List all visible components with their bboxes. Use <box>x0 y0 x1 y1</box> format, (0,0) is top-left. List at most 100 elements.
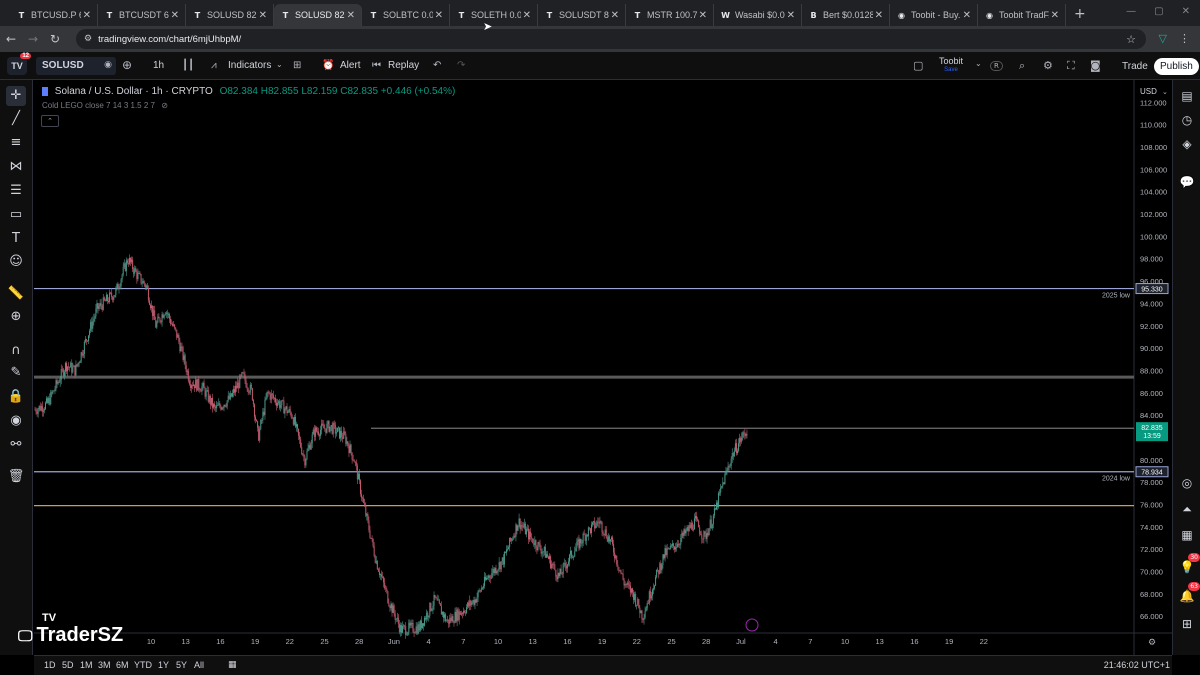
browser-tab[interactable]: W Wasabi $0.00...✕ <box>714 4 802 26</box>
tab-close-icon[interactable]: ✕ <box>1051 10 1059 21</box>
undo-icon[interactable]: ↶ <box>433 60 441 71</box>
trend-line-icon[interactable]: ╱ <box>6 109 26 129</box>
browser-tab[interactable]: T BTCUSDT 62...✕ <box>98 4 186 26</box>
candle-style-icon[interactable]: ┃┃ <box>182 60 194 71</box>
replay-button[interactable]: Replay <box>388 60 419 71</box>
notifications-bell-icon[interactable]: 🔔 63 <box>1178 582 1200 605</box>
symbol-search-button[interactable]: SOLUSD ◉ <box>36 57 116 75</box>
broker-chevron-icon[interactable]: ⌄ <box>975 59 982 68</box>
indicator-eye-off-icon[interactable]: ⊘ <box>161 101 168 110</box>
drawing-lock-pen-icon[interactable]: ✎ <box>6 363 26 383</box>
broker-account[interactable]: Toobit Save <box>939 57 963 75</box>
browser-tab[interactable]: T SOLUSD 82.8...✕ <box>274 4 362 26</box>
link-icon[interactable]: ⚯ <box>6 435 26 455</box>
browser-tab[interactable]: B Bert $0.0128...✕ <box>802 4 890 26</box>
alerts-clock-icon[interactable]: ◷ <box>1178 111 1196 129</box>
site-info-icon[interactable]: ⚙ <box>84 34 92 44</box>
fullscreen-icon[interactable]: ⛶ <box>1067 59 1075 73</box>
range-button[interactable]: 1M <box>80 660 93 670</box>
collapse-legend-chevron-icon[interactable]: ⌃ <box>41 115 59 127</box>
time-scale-settings-icon[interactable]: ⚙ <box>1148 638 1156 648</box>
rectangle-shape-icon[interactable]: ▭ <box>6 205 26 225</box>
browser-tab[interactable]: T SOLETH 0.04...✕ <box>450 4 538 26</box>
compare-symbol-icon[interactable]: ⊕ <box>122 58 132 72</box>
extension-icon[interactable]: ▽ <box>1159 32 1167 45</box>
interval-button[interactable]: 1h <box>153 60 164 71</box>
settings-gear-icon[interactable]: ⚙ <box>1043 59 1053 72</box>
browser-tab[interactable]: T SOLBTC 0.00...✕ <box>362 4 450 26</box>
lock-icon[interactable]: 🔒 <box>6 387 26 407</box>
tab-close-icon[interactable]: ✕ <box>435 10 443 21</box>
range-button[interactable]: 1D <box>44 660 56 670</box>
tab-close-icon[interactable]: ✕ <box>171 10 179 21</box>
browser-tab[interactable]: ◉ Toobit - Buy... ✕ <box>890 4 978 26</box>
range-button[interactable]: YTD <box>134 660 152 670</box>
tab-close-icon[interactable]: ✕ <box>875 10 883 21</box>
calendar-icon[interactable]: ▦ <box>1178 526 1196 544</box>
redo-icon[interactable]: ↷ <box>457 60 465 71</box>
eye-icon[interactable]: ◉ <box>104 60 112 70</box>
tradingview-logo-icon[interactable]: TV 12 <box>7 53 31 75</box>
snapshot-camera-icon[interactable]: ◙ <box>1090 59 1101 72</box>
browser-tab[interactable]: T SOLUSD 82.8...✕ <box>186 4 274 26</box>
close-window-icon[interactable]: ✕ <box>1182 6 1190 17</box>
trash-icon[interactable]: 🗑 <box>6 467 26 487</box>
forward-icon[interactable]: → <box>22 32 44 46</box>
replay-icon[interactable]: ⏮ <box>372 60 381 71</box>
ruler-icon[interactable]: 📏 <box>6 284 26 304</box>
tab-close-icon[interactable]: ✕ <box>259 10 267 21</box>
search-icon[interactable]: ⌕ <box>1019 59 1025 73</box>
reload-icon[interactable]: ↻ <box>44 32 66 46</box>
hotlists-icon[interactable]: ◎ <box>1178 474 1196 492</box>
price-chart-svg[interactable]: USD ⌄ 66.000 68.000 70.000 72.000 74.000 76.000… <box>34 80 1172 655</box>
apps-grid-icon[interactable]: ⊞ <box>1178 615 1196 633</box>
range-button[interactable]: 1Y <box>158 660 169 670</box>
new-tab-button[interactable]: + <box>1066 6 1094 26</box>
trade-button[interactable]: Trade <box>1114 58 1156 75</box>
ideas-bulb-icon[interactable]: 💡 30 <box>1178 553 1200 576</box>
range-button[interactable]: 5Y <box>176 660 187 670</box>
tab-close-icon[interactable]: ✕ <box>523 10 531 21</box>
chart-pane[interactable]: USD ⌄ 66.000 68.000 70.000 72.000 74.000 76.000… <box>34 80 1172 655</box>
alert-button[interactable]: Alert <box>340 60 361 71</box>
layout-grid-icon[interactable]: ⊞ <box>293 60 301 71</box>
magnet-icon[interactable]: ∩ <box>6 341 26 361</box>
layout-square-icon[interactable]: ▢ <box>913 59 923 72</box>
tab-close-icon[interactable]: ✕ <box>787 10 795 21</box>
broker-r-badge[interactable]: R <box>990 61 1003 71</box>
publish-button[interactable]: Publish <box>1154 58 1199 75</box>
text-tool-icon[interactable]: T <box>6 229 26 249</box>
emoji-icon[interactable]: ☺ <box>6 252 26 272</box>
tab-close-icon[interactable]: ✕ <box>83 10 91 21</box>
browser-tab[interactable]: T BTCUSD.P 62...✕ <box>10 4 98 26</box>
utc-clock[interactable]: 21:46:02 UTC+1 <box>1104 660 1170 670</box>
templates-chevron-icon[interactable]: ⌄ <box>276 60 283 69</box>
crosshair-cursor-icon[interactable]: ✛ <box>6 86 26 106</box>
go-to-date-icon[interactable]: ▦ <box>228 660 237 670</box>
tab-close-icon[interactable]: ✕ <box>347 10 355 21</box>
browser-menu-icon[interactable]: ⋮ <box>1179 32 1190 45</box>
pitchfork-icon[interactable]: ⋈ <box>6 157 26 177</box>
tree-icon[interactable]: ⏶ <box>1178 500 1196 518</box>
indicators-button[interactable]: Indicators <box>228 60 271 71</box>
zoom-in-icon[interactable]: ⊕ <box>6 307 26 327</box>
tab-close-icon[interactable]: ✕ <box>699 10 707 21</box>
tab-close-icon[interactable]: ✕ <box>963 10 971 21</box>
range-button[interactable]: All <box>194 660 204 670</box>
alert-clock-icon[interactable]: ⏰ <box>322 60 334 71</box>
browser-tab[interactable]: T SOLUSDT 82...✕ <box>538 4 626 26</box>
layers-icon[interactable]: ◈ <box>1178 135 1196 153</box>
bookmark-star-icon[interactable]: ☆ <box>1126 33 1136 46</box>
maximize-icon[interactable]: ▢ <box>1154 6 1163 17</box>
minimize-icon[interactable]: — <box>1126 6 1136 17</box>
indicators-icon[interactable]: ⩘ <box>211 60 217 71</box>
scroll-to-realtime-icon[interactable] <box>745 618 759 632</box>
url-field[interactable]: ⚙ tradingview.com/chart/6mjUhbpM/ ☆ <box>76 29 1146 49</box>
fib-retracement-icon[interactable]: ☰ <box>6 181 26 201</box>
parallel-channel-icon[interactable]: ≡ <box>6 133 26 153</box>
range-button[interactable]: 3M <box>98 660 111 670</box>
chat-icon[interactable]: 💬 <box>1178 173 1196 191</box>
watchlist-icon[interactable]: ▤ <box>1178 87 1196 105</box>
currency-chevron-icon[interactable]: ⌄ <box>1162 88 1168 96</box>
back-icon[interactable]: ← <box>0 32 22 46</box>
